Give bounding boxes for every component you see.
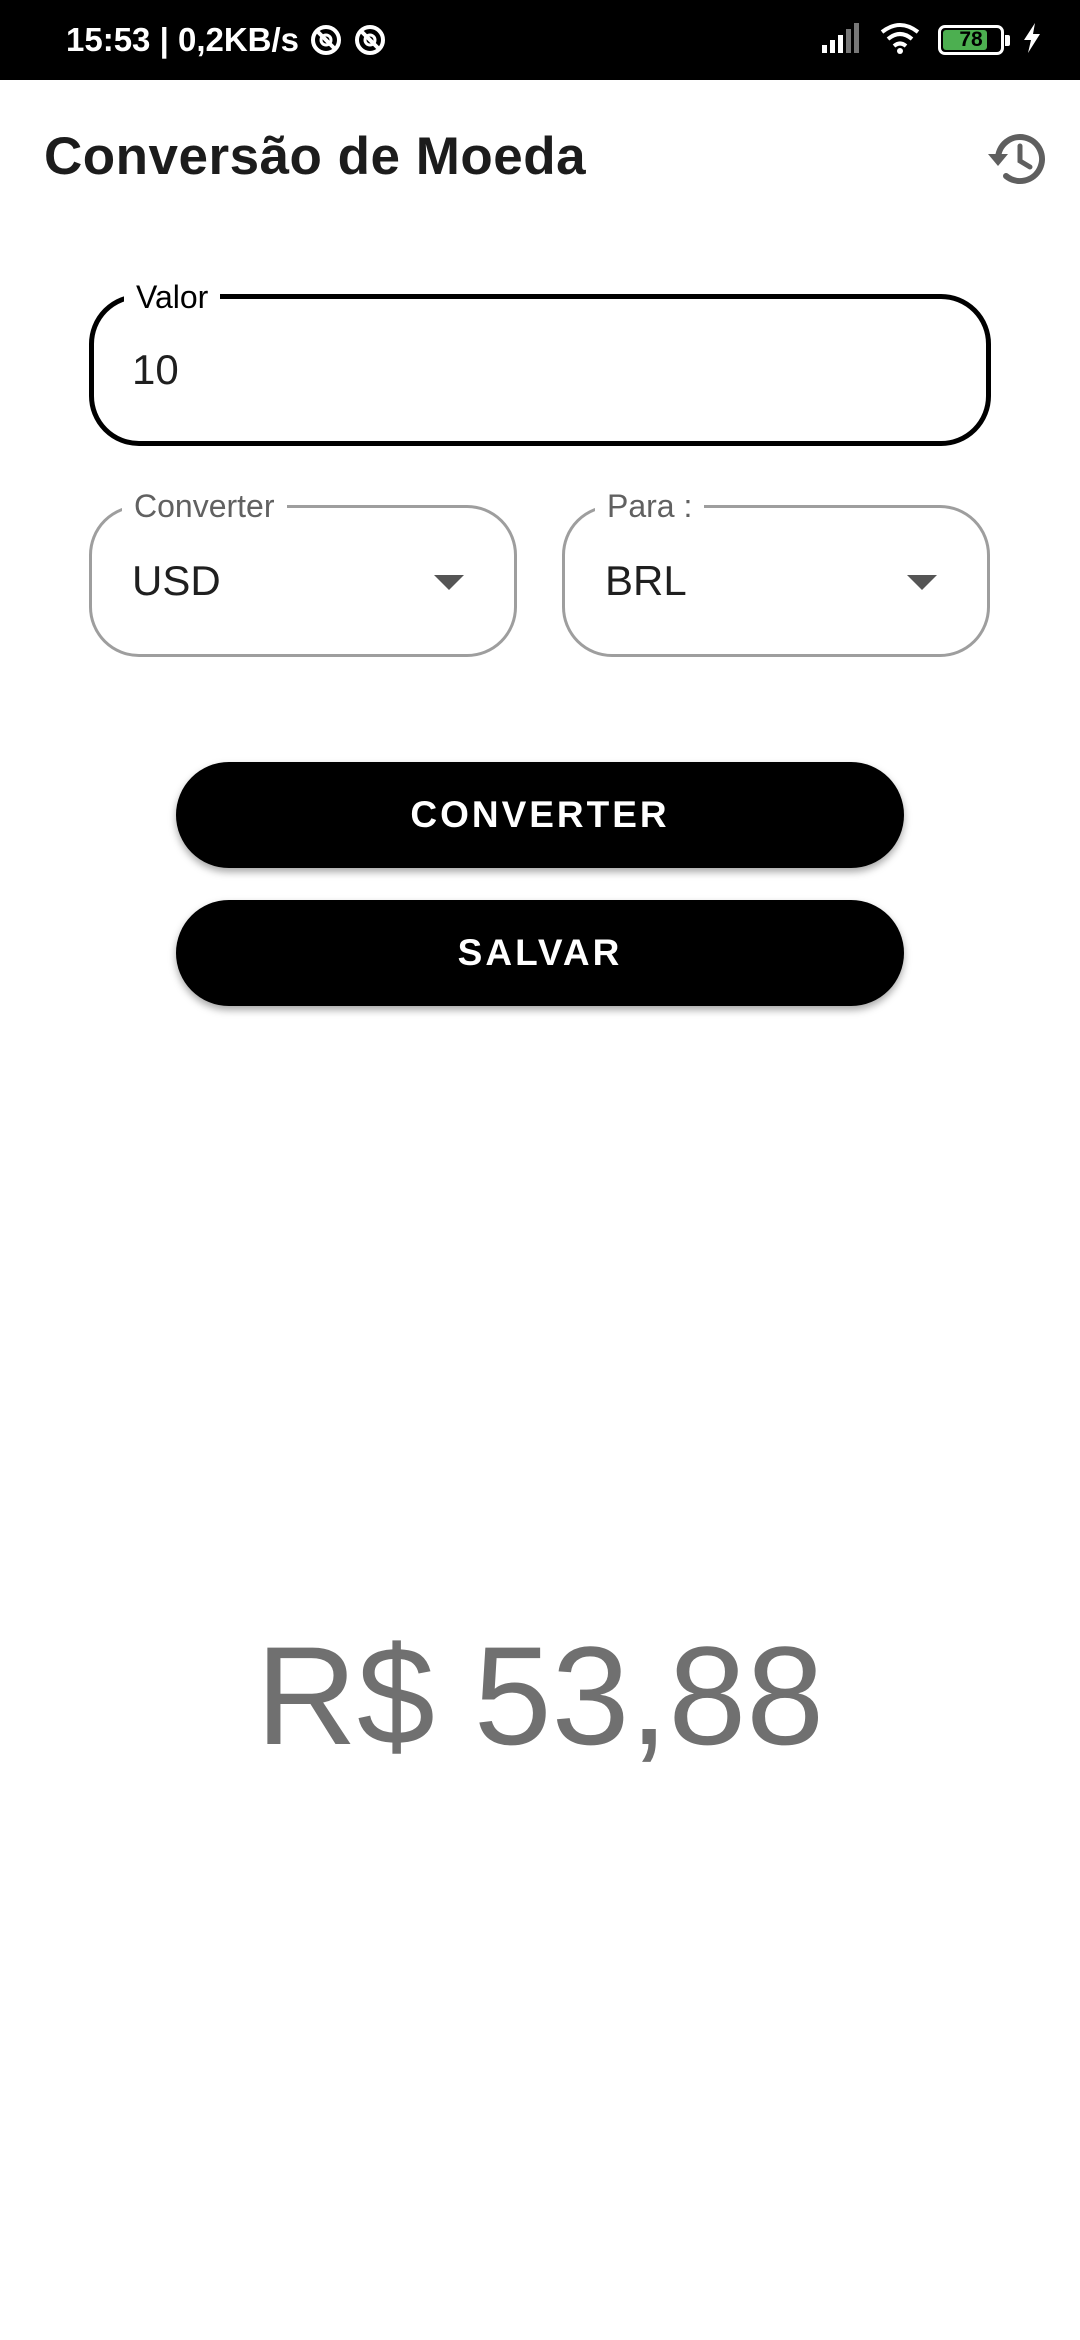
wifi-icon [880,22,920,59]
convert-button[interactable]: CONVERTER [176,762,904,868]
amount-field[interactable]: Valor 10 [89,277,991,446]
from-currency-value: USD [132,557,221,604]
page-title: Conversão de Moeda [44,127,587,186]
signal-icon [822,22,862,58]
status-left: 15:53 | 0,2KB/s [66,0,387,80]
dropdown-arrow-icon[interactable] [907,575,937,590]
dnd-icon [353,23,387,57]
amount-input[interactable]: 10 [132,299,179,441]
conversion-result: R$ 53,88 [255,1617,825,1774]
battery-level-text: 78 [959,28,983,51]
to-currency-value: BRL [605,557,687,604]
history-icon [984,130,1046,193]
dropdown-arrow-icon[interactable] [434,575,464,590]
to-currency-select[interactable]: Para : BRL [562,486,990,657]
history-button[interactable] [980,126,1050,196]
battery-cap [1005,35,1010,46]
status-bar: 15:53 | 0,2KB/s 78 [0,0,1080,80]
status-right: 78 [822,0,1042,80]
battery-icon: 78 [938,25,1010,55]
dnd-icon [309,23,343,57]
status-time-speed: 15:53 | 0,2KB/s [66,21,300,58]
save-button[interactable]: SALVAR [176,900,904,1006]
from-currency-select[interactable]: Converter USD [89,486,517,657]
charging-icon [1022,22,1042,58]
